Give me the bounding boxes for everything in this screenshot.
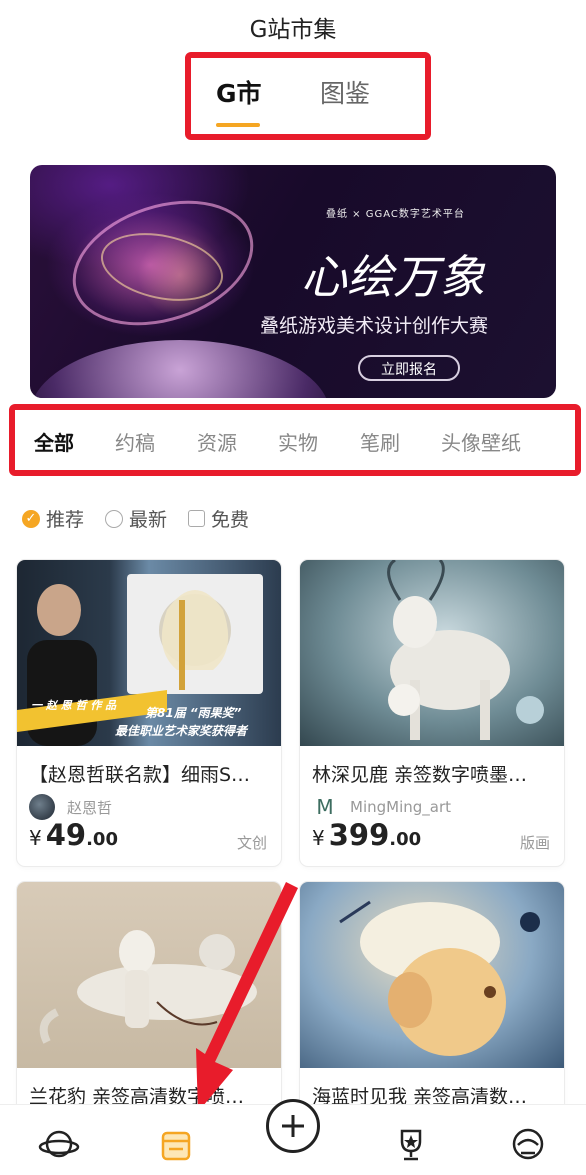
- astronaut-icon[interactable]: [507, 1123, 549, 1165]
- trophy-icon[interactable]: [390, 1123, 432, 1165]
- planet-icon[interactable]: [38, 1123, 80, 1165]
- shop-icon[interactable]: [155, 1123, 197, 1165]
- bottom-nav: [0, 1099, 586, 1175]
- add-button[interactable]: [266, 1099, 320, 1153]
- annotation-arrow: [196, 882, 298, 1112]
- add-icon: [282, 1115, 304, 1137]
